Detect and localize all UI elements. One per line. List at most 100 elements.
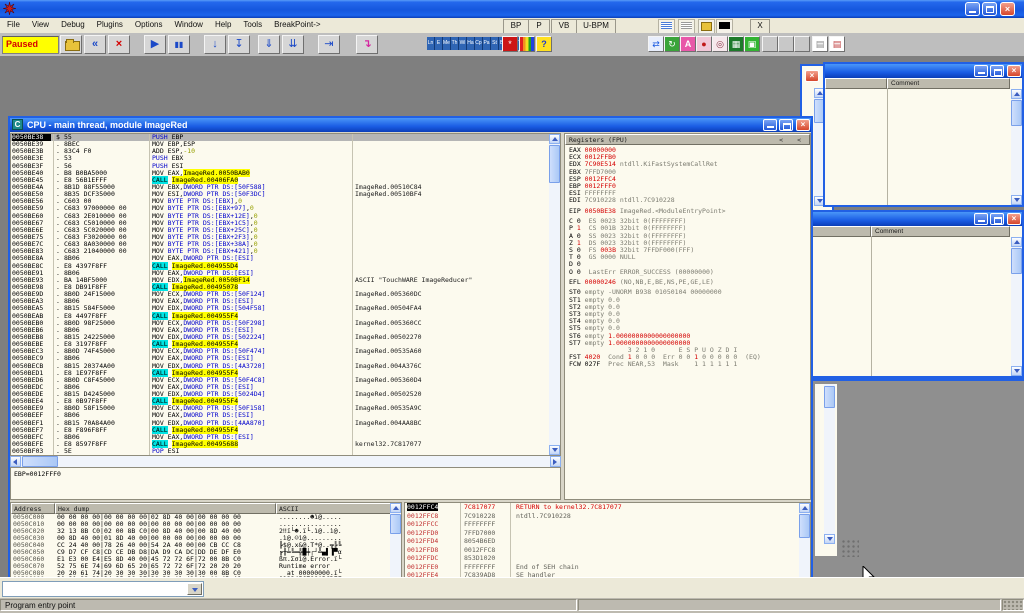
menu-breakpoint[interactable]: BreakPoint-> <box>268 18 326 33</box>
restart-button[interactable]: « <box>84 35 106 54</box>
disasm-row[interactable]: 0050BE3B.83C4 F0ADD ESP,-10 <box>11 148 560 155</box>
info-pane[interactable]: EBP=0012FFF0 <box>10 467 561 500</box>
execute-till-return-button[interactable]: ⇥ <box>318 35 340 54</box>
maximize-button[interactable] <box>990 213 1004 225</box>
minimize-button[interactable] <box>974 65 988 77</box>
step-into-button[interactable]: ↓ <box>204 35 226 54</box>
restore-button[interactable] <box>982 2 997 16</box>
close-button[interactable]: × <box>796 119 810 131</box>
disassembly-hscrollbar[interactable] <box>10 456 561 467</box>
menu-button-ubpm[interactable]: U-BPM <box>576 19 616 34</box>
menu-close-button[interactable]: X <box>750 19 770 34</box>
menu-help[interactable]: Help <box>209 18 237 33</box>
toolbar-me-button[interactable]: Me <box>443 37 451 50</box>
disasm-row[interactable]: 0050BEC3.8B0D 74F45000MOV ECX,DWORD PTR … <box>11 348 560 355</box>
scrollbar-thumb[interactable] <box>22 456 58 467</box>
log-list-button[interactable]: ▤ <box>812 36 828 52</box>
fragment-scrollbar[interactable] <box>824 384 835 544</box>
minimize-button[interactable] <box>763 119 777 131</box>
comment-window-middle[interactable]: × Comment <box>804 210 1024 378</box>
disasm-row[interactable]: 0050BE39.8BECMOV EBP,ESP <box>11 141 560 148</box>
dump-scrollbar[interactable] <box>390 503 401 577</box>
column-header-comment[interactable]: Comment <box>871 226 1010 237</box>
disasm-row[interactable]: 0050BE83.C683 21040000 00MOV BYTE PTR DS… <box>11 248 560 255</box>
disassembly-pane[interactable]: 0050BE38$55PUSH EBP0050BE39.8BECMOV EBP,… <box>10 133 561 456</box>
maximize-button[interactable] <box>779 119 793 131</box>
disasm-row[interactable]: 0050BE3E.53PUSH EBX <box>11 155 560 162</box>
cpu-window[interactable]: C CPU - main thread, module ImageRed × 0… <box>8 116 813 577</box>
toolbar-blank-button-2[interactable] <box>778 36 794 52</box>
options-button[interactable]: * <box>502 36 518 52</box>
stack-row[interactable]: 0012FFC47C817077RETURN to kernel32.7C817… <box>405 503 810 512</box>
menu-button-p[interactable]: P <box>528 19 550 34</box>
resize-grip[interactable] <box>841 539 859 557</box>
comment-window-middle-scrollbar[interactable] <box>1011 237 1022 376</box>
main-titlebar[interactable]: × <box>0 0 1024 18</box>
history-back-icon[interactable]: < <box>779 136 783 145</box>
scroll-up-icon[interactable] <box>799 503 810 513</box>
patch-list-button[interactable]: ▤ <box>829 36 845 52</box>
trace-over-button[interactable]: ⇊ <box>282 35 304 54</box>
toolbar-th-button[interactable]: Th <box>451 37 459 50</box>
combobox-dropdown-button[interactable] <box>187 583 202 595</box>
menu-window[interactable]: Window <box>169 18 209 33</box>
toolbar-pa-button[interactable]: Pa <box>483 37 491 50</box>
close-button[interactable]: × <box>1007 65 1021 77</box>
fragment-close-button[interactable]: × <box>805 70 819 82</box>
memory-map-button[interactable]: ▦ <box>728 36 744 52</box>
scroll-up-icon[interactable] <box>1011 89 1022 99</box>
menu-button-bp[interactable]: BP <box>503 19 529 34</box>
maximize-button[interactable] <box>990 65 1004 77</box>
toolbar-e-button[interactable]: E <box>435 37 443 50</box>
comment-window-middle-titlebar[interactable]: × <box>806 212 1022 226</box>
empty-window-bottom[interactable] <box>804 378 1024 577</box>
scroll-down-icon[interactable] <box>824 534 835 544</box>
register-line[interactable]: EFL 00000246 (NO,NB,E,BE,NS,PE,GE,LE) <box>565 279 810 286</box>
scroll-down-icon[interactable] <box>1011 366 1022 376</box>
register-line[interactable]: FCW 027F Prec NEAR,53 Mask 1 1 1 1 1 1 <box>565 361 810 368</box>
toolbar-cp-button[interactable]: Cp <box>475 37 483 50</box>
pause-button[interactable]: ▮▮ <box>168 35 190 54</box>
close-program-button[interactable]: × <box>108 35 130 54</box>
scroll-left-icon[interactable] <box>10 456 21 467</box>
close-button[interactable]: × <box>1000 2 1015 16</box>
dump-pane[interactable]: Address Hex dump ASCII 0050C00000 00 00 … <box>10 502 402 577</box>
registers-header[interactable]: Registers (FPU) < < <box>565 134 810 145</box>
minimize-button[interactable] <box>974 213 988 225</box>
notes-icon[interactable] <box>678 19 695 34</box>
toolbar-wi-button[interactable]: Wi <box>459 37 467 50</box>
disasm-row[interactable]: 0050BE38$55PUSH EBP <box>11 134 560 141</box>
console-icon[interactable] <box>716 19 733 34</box>
history-back-icon[interactable]: < <box>797 136 801 145</box>
sync-button[interactable]: ⇄ <box>648 36 664 52</box>
folder-icon[interactable] <box>698 19 715 34</box>
register-line[interactable]: T 0 GS 0000 NULL <box>565 254 810 261</box>
scroll-down-icon[interactable] <box>549 445 560 455</box>
menu-plugins[interactable]: Plugins <box>91 18 129 33</box>
registers-pane[interactable]: Registers (FPU) < < EAX 00000000ECX 0012… <box>564 133 811 500</box>
stack-row[interactable]: 0012FFE47C839AD8SE handler <box>405 571 810 577</box>
stack-row[interactable]: 0012FFD80012FFC8 <box>405 546 810 555</box>
column-header-comment[interactable]: Comment <box>887 78 1010 89</box>
menu-debug[interactable]: Debug <box>55 18 91 33</box>
menu-tools[interactable]: Tools <box>237 18 268 33</box>
column-header-blank[interactable] <box>806 226 871 237</box>
toolbar-ln-button[interactable]: Ln <box>427 37 435 50</box>
stack-scrollbar[interactable] <box>799 503 810 577</box>
column-header-blank[interactable] <box>825 78 887 89</box>
toolbar-blank-button-3[interactable] <box>794 36 810 52</box>
stack-row[interactable]: 0012FFDC853D1020 <box>405 554 810 563</box>
close-button[interactable]: × <box>1007 213 1021 225</box>
stack-pane[interactable]: 0012FFC47C817077RETURN to kernel32.7C817… <box>404 502 811 577</box>
open-file-button[interactable] <box>60 35 82 54</box>
scrollbar-thumb[interactable] <box>1011 248 1022 274</box>
disasm-row[interactable]: 0050BE9D.8B0D 24F15000MOV ECX,DWORD PTR … <box>11 291 560 298</box>
comment-window-top[interactable]: × Comment <box>823 62 1024 207</box>
statusbar-resize-grip[interactable] <box>1002 599 1024 611</box>
disasm-row[interactable]: 0050BF03.5EPOP ESI <box>11 448 560 455</box>
register-line[interactable]: O 0 LastErr ERROR_SUCCESS (00000000) <box>565 269 810 276</box>
disasm-row[interactable]: 0050BE8C.E8 4397F8FFCALL ImageRed.004955… <box>11 263 560 270</box>
stack-row[interactable]: 0012FFD07FFD7000 <box>405 529 810 538</box>
toolbar-blank-button-1[interactable] <box>762 36 778 52</box>
menu-button-vb[interactable]: VB <box>551 19 577 34</box>
